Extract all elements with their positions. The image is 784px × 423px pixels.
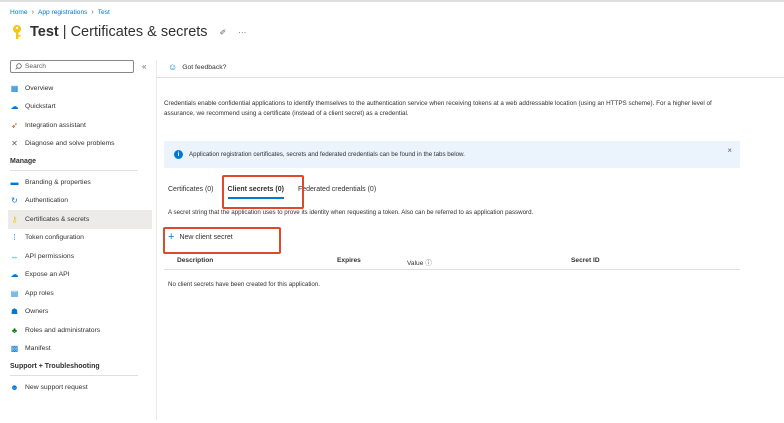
- sidebar-item-overview[interactable]: ▦ Overview: [10, 79, 152, 98]
- sidebar-item-label: Owners: [25, 308, 49, 316]
- sidebar-item-label: Overview: [25, 84, 54, 92]
- sidebar-item-manifest[interactable]: ▩ Manifest: [10, 340, 152, 359]
- sidebar-item-label: Integration assistant: [25, 121, 86, 129]
- collapse-icon[interactable]: «: [142, 62, 146, 71]
- token-icon: ⁞: [13, 233, 16, 243]
- sidebar-item-label: Expose an API: [25, 271, 70, 279]
- column-expires: Expires: [337, 257, 361, 264]
- secret-description: A secret string that the application use…: [168, 209, 534, 216]
- sidebar-item-authentication[interactable]: ↻ Authentication: [10, 192, 152, 211]
- sidebar: Search « ▦ Overview ☁ Quickstart ➶ Integratio…: [8, 60, 152, 397]
- sidebar-item-label: Roles and administrators: [25, 326, 101, 334]
- tab-federated-credentials[interactable]: Federated credentials (0): [298, 186, 376, 193]
- search-placeholder: Search: [25, 63, 46, 70]
- feedback-icon: ☺: [168, 62, 178, 72]
- breadcrumb-app-registrations[interactable]: App registrations: [38, 9, 87, 16]
- info-icon: i: [174, 150, 183, 159]
- page-title: Test | Certificates & secrets: [30, 24, 208, 40]
- search-icon: [15, 63, 22, 70]
- feedback-label: Got feedback?: [182, 63, 227, 71]
- table-header: Description Expires Value ⓘ Secret ID: [164, 253, 740, 270]
- pin-icon[interactable]: ✐: [220, 28, 227, 37]
- manifest-icon: ▩: [10, 344, 19, 354]
- sidebar-item-label: Authentication: [25, 197, 69, 205]
- empty-state: No client secrets have been created for …: [168, 281, 321, 288]
- sidebar-item-quickstart[interactable]: ☁ Quickstart: [10, 98, 152, 117]
- key-icon: [13, 25, 21, 39]
- search-input[interactable]: Search: [10, 60, 134, 73]
- grid-icon: ▦: [10, 83, 19, 93]
- info-text: Application registration certificates, s…: [189, 151, 465, 158]
- sidebar-item-new-support-request[interactable]: ☻ New support request: [10, 378, 152, 397]
- breadcrumb-home[interactable]: Home: [10, 9, 28, 16]
- sidebar-item-token-configuration[interactable]: ⁞ Token configuration: [10, 229, 152, 248]
- sidebar-item-expose-an-api[interactable]: ☁ Expose an API: [10, 266, 152, 285]
- section-support: Support + Troubleshooting: [10, 358, 138, 376]
- support-icon: ☻: [10, 382, 19, 392]
- api-permissions-icon: ↔: [10, 251, 19, 261]
- toolbar-divider: [157, 77, 784, 78]
- feedback-button[interactable]: ☺ Got feedback?: [168, 62, 226, 72]
- info-circle-icon[interactable]: ⓘ: [425, 260, 432, 267]
- sidebar-item-branding-properties[interactable]: ▬ Branding & properties: [10, 173, 152, 192]
- sidebar-item-label: Certificates & secrets: [25, 215, 90, 223]
- roles-icon: ♣: [11, 325, 18, 335]
- branding-icon: ▬: [10, 177, 19, 187]
- wrench-icon: ✕: [11, 139, 18, 149]
- authentication-icon: ↻: [11, 196, 18, 206]
- credentials-description: Credentials enable confidential applicat…: [164, 100, 712, 117]
- chevron-right-icon: ›: [31, 9, 34, 16]
- more-icon[interactable]: ···: [238, 28, 246, 37]
- column-secret-id: Secret ID: [571, 257, 600, 264]
- sidebar-item-label: Token configuration: [25, 234, 84, 242]
- section-manage: Manage: [10, 153, 138, 171]
- cloud-icon: ☁: [10, 102, 19, 112]
- sidebar-item-app-roles[interactable]: ▤ App roles: [10, 284, 152, 303]
- sidebar-divider: [156, 60, 157, 420]
- page-header: Test | Certificates & secrets ✐ ···: [10, 24, 246, 40]
- tab-certificates[interactable]: Certificates (0): [168, 186, 214, 193]
- sidebar-item-certificates-secrets[interactable]: ⚷ Certificates & secrets: [8, 210, 152, 229]
- sidebar-item-label: API permissions: [25, 252, 75, 260]
- cloud-icon: ☁: [10, 270, 19, 280]
- owners-icon: ☗: [10, 307, 19, 317]
- sidebar-item-label: Quickstart: [25, 103, 56, 111]
- close-icon[interactable]: ×: [727, 146, 732, 155]
- top-border: [0, 0, 784, 2]
- key-icon: ⚷: [11, 214, 18, 224]
- rocket-icon: ➶: [11, 120, 18, 130]
- sidebar-item-label: Branding & properties: [25, 178, 91, 186]
- button-highlight-box: [163, 227, 281, 254]
- sidebar-item-roles-and-administrators[interactable]: ♣ Roles and administrators: [10, 321, 152, 340]
- breadcrumb: Home › App registrations › Test: [10, 9, 110, 16]
- app-roles-icon: ▤: [10, 288, 19, 298]
- sidebar-item-label: New support request: [25, 383, 88, 391]
- column-description: Description: [177, 257, 214, 264]
- sidebar-item-integration-assistant[interactable]: ➶ Integration assistant: [10, 116, 152, 135]
- chevron-right-icon: ›: [91, 9, 94, 16]
- breadcrumb-test[interactable]: Test: [98, 9, 110, 16]
- sidebar-item-owners[interactable]: ☗ Owners: [10, 303, 152, 322]
- sidebar-item-label: App roles: [25, 289, 54, 297]
- info-banner: i Application registration certificates,…: [164, 141, 740, 168]
- tab-highlight-box: [222, 175, 304, 209]
- sidebar-item-diagnose-and-solve-problems[interactable]: ✕ Diagnose and solve problems: [10, 135, 152, 154]
- sidebar-item-api-permissions[interactable]: ↔ API permissions: [10, 247, 152, 266]
- sidebar-item-label: Diagnose and solve problems: [25, 140, 115, 148]
- column-value: Value ⓘ: [407, 260, 432, 267]
- sidebar-item-label: Manifest: [25, 345, 51, 353]
